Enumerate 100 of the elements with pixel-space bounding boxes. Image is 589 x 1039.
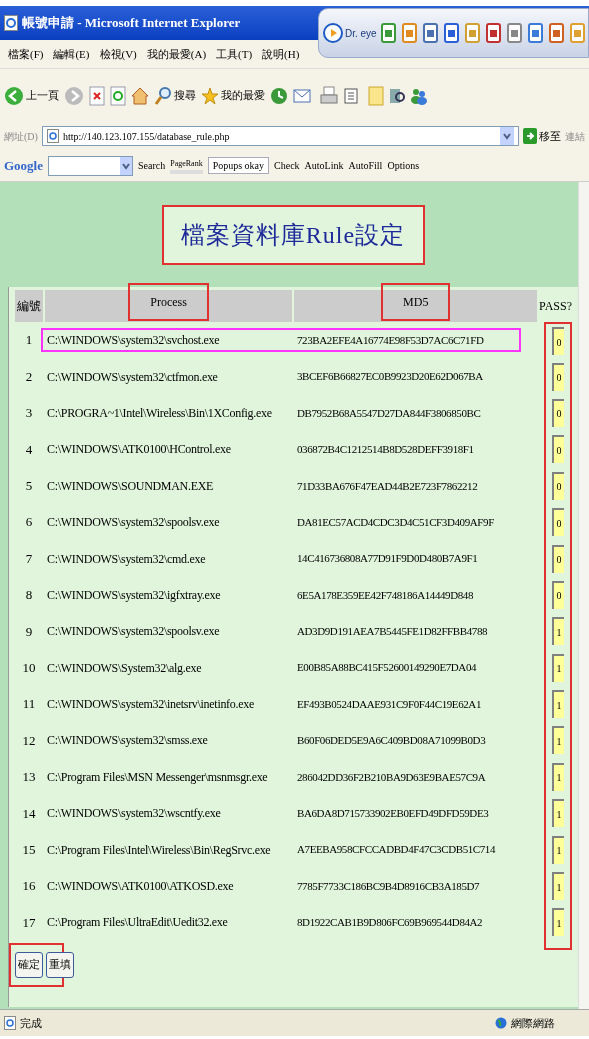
search-button[interactable]: 搜尋 <box>154 85 196 106</box>
pass-field[interactable]: 0 <box>552 398 564 427</box>
column-header: Process <box>128 283 209 321</box>
check-button[interactable]: Check <box>274 158 300 173</box>
menu-item[interactable]: 工具(T) <box>216 45 253 63</box>
tool-icon[interactable] <box>400 22 419 44</box>
row-number: 10 <box>21 658 37 677</box>
options-button[interactable]: Options <box>387 158 420 173</box>
autofill-button[interactable]: AutoFill <box>348 158 383 173</box>
pagerank-label: PageRank <box>170 157 203 174</box>
md5-hash: DA81EC57ACD4CDC3D4C51CF3D409AF9F <box>297 514 495 530</box>
tool-icon[interactable] <box>547 22 566 44</box>
row-number: 11 <box>21 695 37 714</box>
scroll-bar[interactable] <box>578 182 589 1009</box>
md5-hash: 036872B4C1212514B8D528DEFF3918F1 <box>297 442 475 458</box>
menu-item[interactable]: 檢視(V) <box>99 45 137 63</box>
forward-icon[interactable] <box>64 85 84 106</box>
row-number: 1 <box>24 331 34 350</box>
tool-icon[interactable] <box>379 22 398 44</box>
row-number: 14 <box>21 804 37 823</box>
browser-icon <box>4 15 18 31</box>
md5-hash: 3BCEF6B66827EC0B9923D20E62D067BA <box>297 369 484 385</box>
zone-label: 網際網路 <box>511 1015 555 1031</box>
go-button[interactable]: 移至 <box>523 127 561 145</box>
row-number: 7 <box>24 549 34 568</box>
favorites-button[interactable]: 我的最愛 <box>201 86 265 105</box>
pass-field[interactable]: 0 <box>552 362 564 391</box>
process-path: C:\WINDOWS\system32\smss.exe <box>46 732 209 750</box>
pass-field[interactable]: 1 <box>552 799 564 828</box>
pass-field[interactable]: 0 <box>552 544 564 573</box>
search-icon[interactable] <box>154 85 172 106</box>
pass-field[interactable]: 1 <box>552 690 564 719</box>
dr-eye-label[interactable]: Dr. eye <box>345 25 377 41</box>
pass-field[interactable]: 1 <box>552 908 564 937</box>
google-search-button[interactable]: Search <box>138 158 166 173</box>
md5-hash: BA6DA8D715733902EB0EFD49DFD59DE3 <box>297 806 490 821</box>
row-number: 8 <box>24 586 34 605</box>
tool-icon[interactable] <box>484 22 503 44</box>
tool-icon[interactable] <box>421 22 440 44</box>
menu-item[interactable]: 檔案(F) <box>8 45 44 63</box>
menu-item[interactable]: 編輯(E) <box>53 45 90 63</box>
tool-icon[interactable] <box>526 22 545 44</box>
stop-icon[interactable] <box>89 85 105 106</box>
process-path: C:\WINDOWS\system32\wscntfy.exe <box>46 805 222 823</box>
back-button[interactable]: 上一頁 <box>4 85 59 106</box>
process-path: C:\WINDOWS\system32\spoolsv.exe <box>46 623 221 641</box>
form-button[interactable]: 確定 <box>15 951 43 978</box>
row-number: 17 <box>21 913 37 932</box>
pass-field[interactable]: 0 <box>552 508 564 537</box>
md5-hash: A7EEBA958CFCCADBD4F47C3CDB51C714 <box>297 842 497 858</box>
address-label: 網址(D) <box>4 129 38 144</box>
home-icon[interactable] <box>131 85 149 106</box>
md5-hash: 7785F7733C186BC9B4D8916CB3A185D7 <box>297 878 481 894</box>
process-path: C:\WINDOWS\SOUNDMAN.EXE <box>46 477 215 495</box>
address-field[interactable]: http://140.123.107.155/database_rule.php <box>41 126 519 146</box>
google-logo[interactable]: Google <box>4 155 43 176</box>
dropdown-icon[interactable] <box>500 127 514 145</box>
refresh-icon[interactable] <box>110 85 126 106</box>
play-icon[interactable] <box>323 23 343 43</box>
pass-field[interactable]: 1 <box>552 762 564 791</box>
process-path: C:\WINDOWS\system32\igfxtray.exe <box>46 586 222 604</box>
tool-icon[interactable] <box>442 22 461 44</box>
row-number: 12 <box>21 731 37 750</box>
pass-field[interactable]: 1 <box>552 872 564 901</box>
row-number: 9 <box>24 622 34 641</box>
page-icon <box>4 1016 16 1030</box>
pass-field[interactable]: 0 <box>552 435 564 464</box>
links-label[interactable]: 連結 <box>565 128 585 144</box>
menu-item[interactable]: 說明(H) <box>262 45 300 63</box>
md5-hash: B60F06DED5E9A6C409BD08A71099B0D3 <box>297 733 487 749</box>
process-path: C:\WINDOWS\system32\svchost.exe <box>46 332 221 350</box>
pass-field[interactable]: 1 <box>552 726 564 755</box>
menu-item[interactable]: 我的最愛(A) <box>146 45 207 63</box>
autolink-button[interactable]: AutoLink <box>304 158 344 173</box>
search-field[interactable] <box>48 155 133 176</box>
md5-hash: 286042DD36F2B210BA9D63E9BAE57C9A <box>297 769 487 785</box>
history-icon[interactable] <box>270 86 288 105</box>
pass-field[interactable]: 1 <box>552 835 564 864</box>
pass-field[interactable]: 1 <box>552 653 564 682</box>
row-number: 13 <box>21 768 37 787</box>
pass-field[interactable]: 0 <box>552 327 564 356</box>
form-button[interactable]: 重填 <box>46 951 74 978</box>
process-path: C:\Program Files\MSN Messenger\msnmsgr.exe <box>46 768 269 786</box>
star-icon[interactable] <box>201 86 219 105</box>
process-path: C:\Program Files\UltraEdit\Uedit32.exe <box>46 914 229 932</box>
row-number: 5 <box>24 477 34 495</box>
tool-icon[interactable] <box>505 22 524 44</box>
md5-hash: DB7952B68A5547D27DA844F3806850BC <box>297 405 482 421</box>
tool-icon[interactable] <box>463 22 482 44</box>
popups-button[interactable]: Popups okay <box>207 157 270 174</box>
md5-hash: 71D33BA676F47EAD44B2E723F7862212 <box>297 478 479 494</box>
pass-field[interactable]: 0 <box>552 471 564 500</box>
pass-field[interactable]: 1 <box>552 617 564 646</box>
md5-hash: 6E5A178E359EE42F748186A14449D848 <box>297 587 475 603</box>
dropdown-icon[interactable] <box>120 156 132 175</box>
globe-icon <box>495 1017 507 1029</box>
print-icon[interactable] <box>320 85 338 106</box>
pass-field[interactable]: 0 <box>552 580 564 609</box>
column-header: MD5 <box>381 283 451 321</box>
md5-hash: 8D1922CAB1B9D806FC69B969544D84A2 <box>297 915 484 931</box>
